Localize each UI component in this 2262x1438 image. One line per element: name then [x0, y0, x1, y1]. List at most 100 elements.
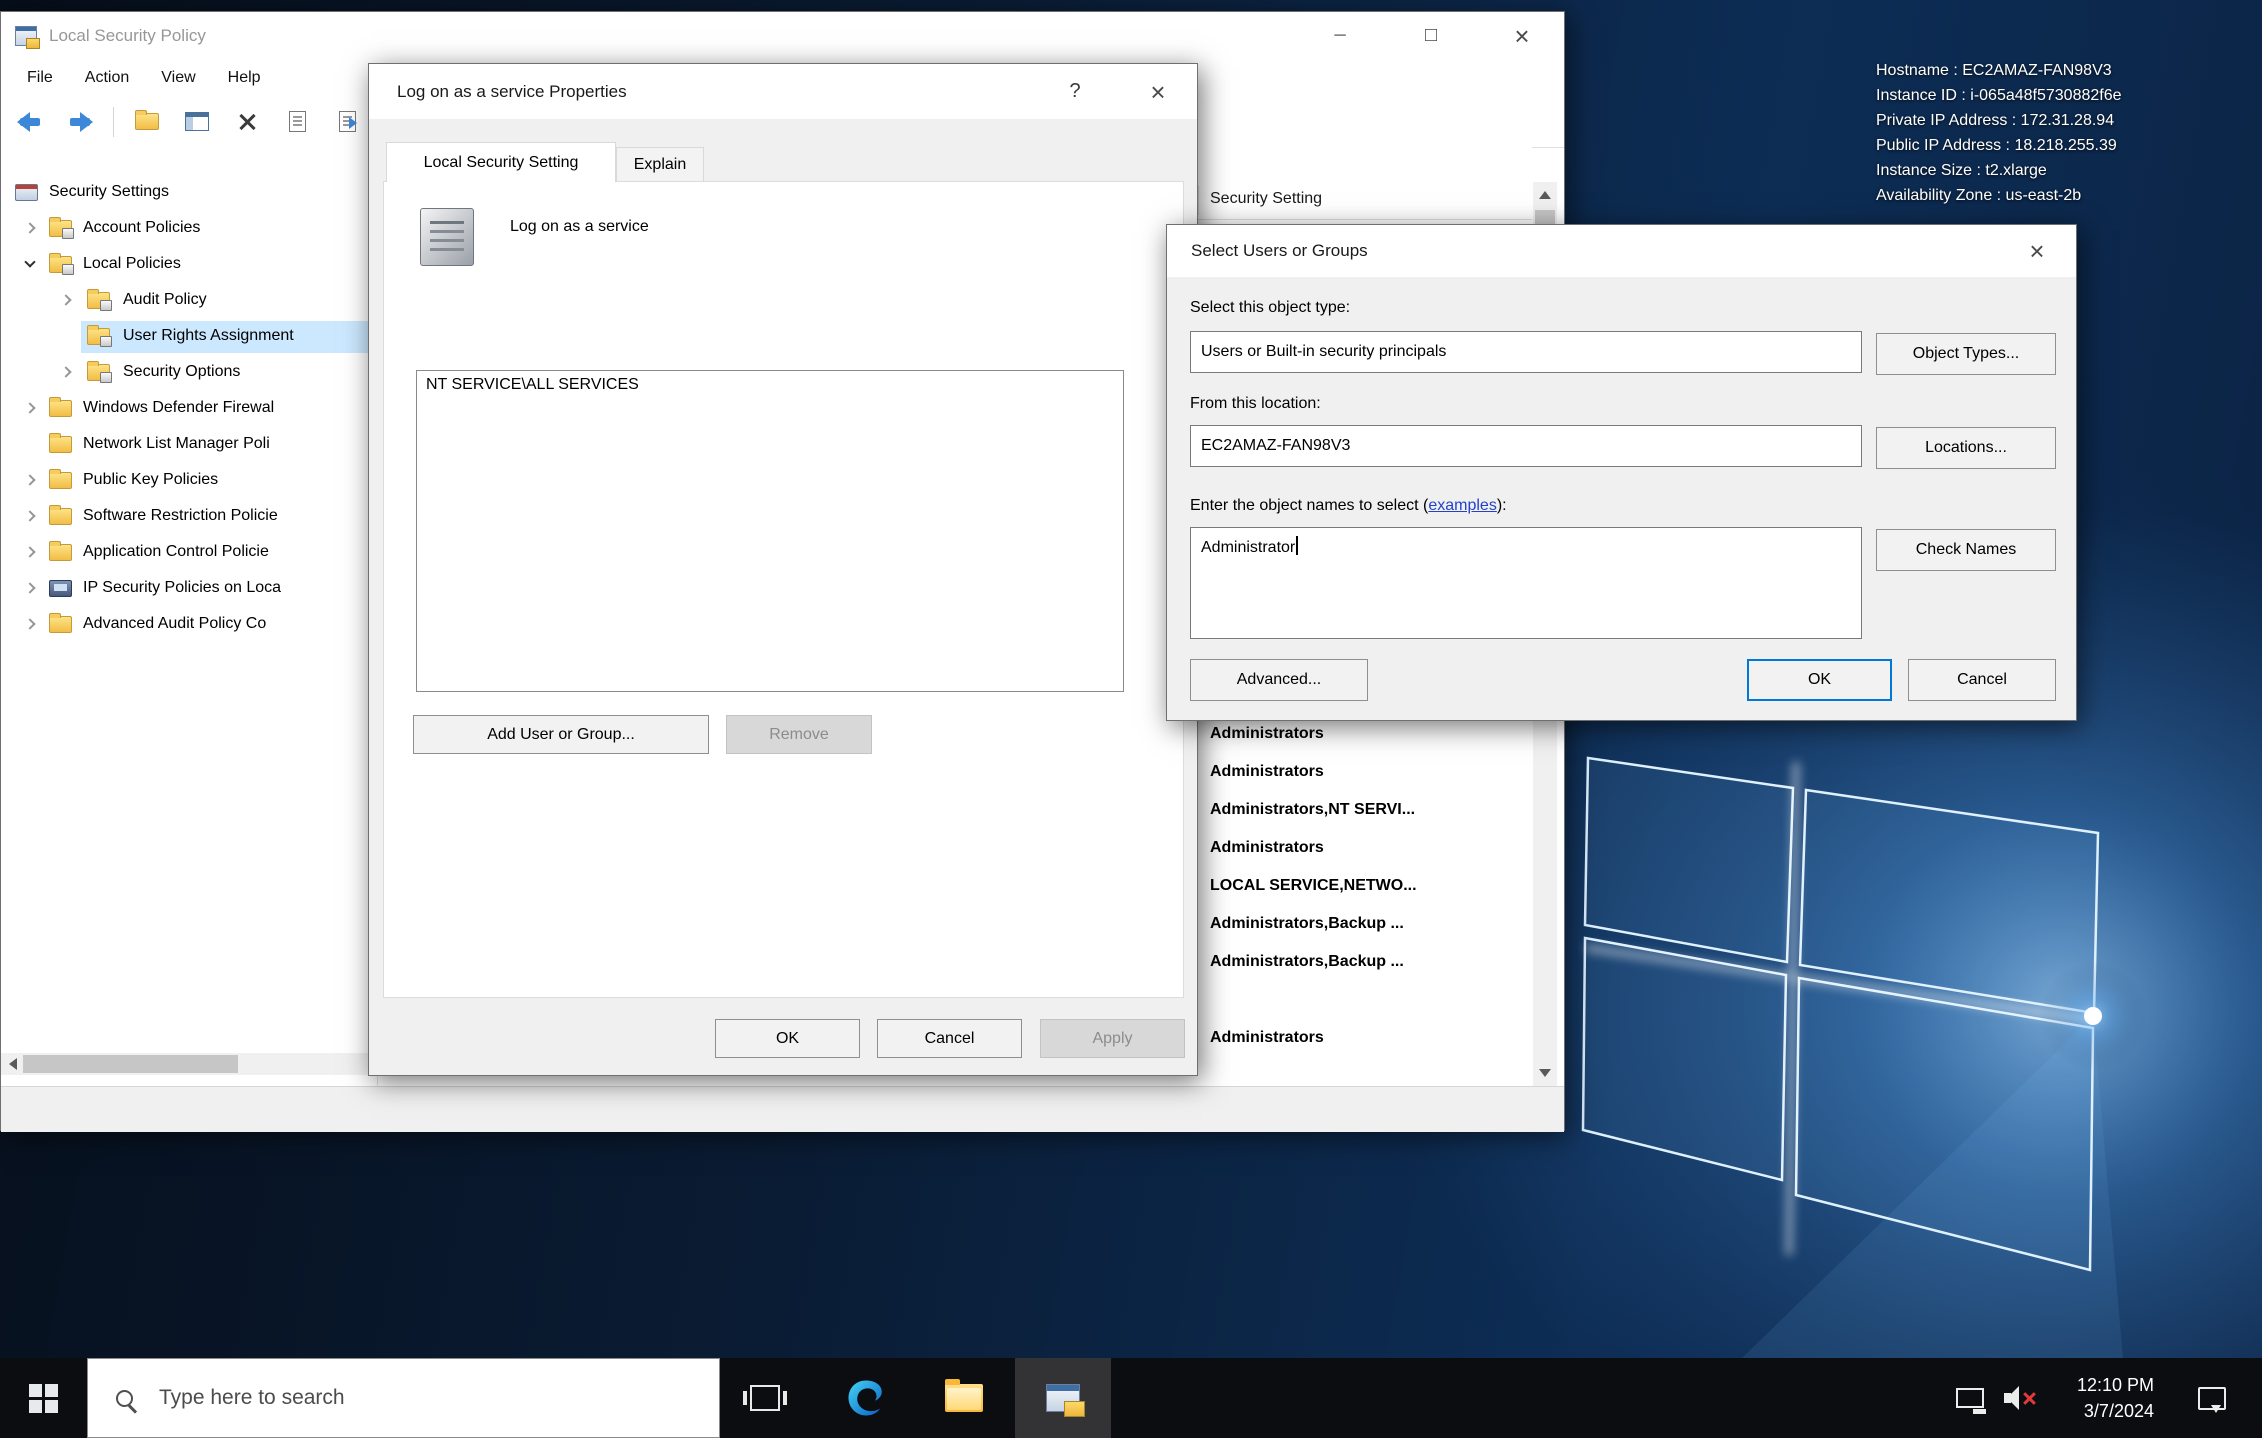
edge-icon	[845, 1377, 887, 1419]
tree-item-public-key-policies[interactable]: Public Key Policies	[1, 463, 377, 499]
show-console-tree-button[interactable]	[176, 102, 218, 142]
scroll-up-button[interactable]	[1533, 182, 1557, 206]
dialog-title: Log on as a service Properties	[397, 82, 627, 102]
tree-horizontal-scrollbar[interactable]	[1, 1053, 377, 1075]
chevron-right-icon[interactable]	[24, 618, 35, 629]
tree-item-local-policies[interactable]: Local Policies	[1, 247, 377, 283]
delete-button[interactable]	[226, 102, 268, 142]
object-types-button[interactable]: Object Types...	[1876, 333, 2056, 375]
tree-label: User Rights Assignment	[123, 327, 294, 345]
close-button[interactable]	[2002, 225, 2072, 277]
members-listbox[interactable]: NT SERVICE\ALL SERVICES	[416, 370, 1124, 692]
tree-item-user-rights-assignment[interactable]: User Rights Assignment	[1, 319, 377, 355]
task-view-button[interactable]	[717, 1358, 813, 1438]
folder-icon	[49, 508, 72, 525]
close-button[interactable]	[1123, 64, 1193, 119]
mmc-app-icon	[15, 26, 37, 46]
file-explorer-button[interactable]	[916, 1358, 1012, 1438]
scroll-left-button[interactable]	[1, 1053, 23, 1075]
tree-item-application-control-policies[interactable]: Application Control Policie	[1, 535, 377, 571]
edge-button[interactable]	[818, 1358, 914, 1438]
member-item[interactable]: NT SERVICE\ALL SERVICES	[426, 376, 1114, 394]
chevron-right-icon[interactable]	[60, 294, 71, 305]
file-explorer-icon	[945, 1384, 983, 1412]
tree-item-security-settings[interactable]: Security Settings	[1, 175, 377, 211]
list-row[interactable]: LOCAL SERVICE,NETWO...	[1210, 877, 1540, 911]
back-button[interactable]	[9, 102, 51, 142]
from-location-field[interactable]: EC2AMAZ-FAN98V3	[1190, 425, 1862, 467]
locations-button[interactable]: Locations...	[1876, 427, 2056, 469]
up-level-button[interactable]	[126, 102, 168, 142]
forward-arrow-icon	[70, 118, 90, 126]
scrollbar-thumb[interactable]	[23, 1055, 238, 1073]
list-row[interactable]: Administrators	[1210, 763, 1540, 797]
check-names-button[interactable]: Check Names	[1876, 529, 2056, 571]
menu-help[interactable]: Help	[212, 69, 277, 87]
tree-item-software-restriction-policies[interactable]: Software Restriction Policie	[1, 499, 377, 535]
mmc-taskbar-button[interactable]	[1015, 1358, 1111, 1438]
cancel-button[interactable]: Cancel	[1908, 659, 2056, 701]
tree-item-audit-policy[interactable]: Audit Policy	[1, 283, 377, 319]
add-user-or-group-button[interactable]: Add User or Group...	[413, 715, 709, 754]
remove-button: Remove	[726, 715, 872, 754]
forward-button[interactable]	[59, 102, 101, 142]
chevron-right-icon[interactable]	[24, 402, 35, 413]
list-row[interactable]: Administrators,Backup ...	[1210, 953, 1540, 987]
tree-item-ip-security-policies[interactable]: IP Security Policies on Loca	[1, 571, 377, 607]
tree-item-advanced-audit-policy[interactable]: Advanced Audit Policy Co	[1, 607, 377, 643]
tree-item-security-options[interactable]: Security Options	[1, 355, 377, 391]
tab-explain[interactable]: Explain	[616, 147, 704, 182]
chevron-right-icon[interactable]	[24, 222, 35, 233]
advanced-button[interactable]: Advanced...	[1190, 659, 1368, 701]
menu-file[interactable]: File	[11, 69, 69, 87]
column-separator	[1198, 186, 1199, 215]
help-button[interactable]	[1045, 64, 1105, 119]
ok-button[interactable]: OK	[1747, 659, 1892, 701]
taskbar-clock[interactable]: 12:10 PM 3/7/2024	[2040, 1358, 2158, 1438]
volume-tray-button[interactable]	[1996, 1358, 2044, 1438]
list-row[interactable]: Administrators,NT SERVI...	[1210, 801, 1540, 835]
chevron-right-icon[interactable]	[60, 366, 71, 377]
policy-name: Log on as a service	[510, 218, 649, 236]
minimize-button[interactable]	[1307, 12, 1373, 59]
chevron-down-icon[interactable]	[24, 256, 35, 267]
apply-button: Apply	[1040, 1019, 1185, 1058]
list-row[interactable]: Administrators	[1210, 1029, 1540, 1063]
cancel-button[interactable]: Cancel	[877, 1019, 1022, 1058]
maximize-button[interactable]	[1398, 12, 1464, 59]
chevron-right-icon[interactable]	[24, 510, 35, 521]
list-row[interactable]: Administrators,Backup ...	[1210, 915, 1540, 949]
start-button[interactable]	[0, 1358, 87, 1438]
action-center-button[interactable]	[2186, 1358, 2238, 1438]
tree-item-network-list-manager[interactable]: Network List Manager Poli	[1, 427, 377, 463]
chevron-right-icon[interactable]	[24, 582, 35, 593]
export-list-button[interactable]	[326, 102, 368, 142]
object-names-value: Administrator	[1201, 539, 1295, 556]
chevron-right-icon[interactable]	[24, 546, 35, 557]
tree-label: Windows Defender Firewal	[83, 399, 274, 417]
list-row[interactable]: Administrators	[1210, 725, 1540, 759]
info-instance-id: Instance ID : i-065a48f5730882f6e	[1876, 83, 2122, 108]
tree-label: Account Policies	[83, 219, 200, 237]
menu-view[interactable]: View	[145, 69, 211, 87]
windows-logo-icon	[29, 1384, 58, 1413]
tree-item-windows-defender-firewall[interactable]: Windows Defender Firewal	[1, 391, 377, 427]
ok-button[interactable]: OK	[715, 1019, 860, 1058]
properties-button[interactable]	[276, 102, 318, 142]
tree-label: IP Security Policies on Loca	[83, 579, 281, 597]
chevron-right-icon[interactable]	[24, 474, 35, 485]
object-names-textarea[interactable]: Administrator	[1190, 527, 1862, 639]
list-row[interactable]: Administrators	[1210, 839, 1540, 873]
up-arrow-icon	[1539, 185, 1551, 199]
tree-item-account-policies[interactable]: Account Policies	[1, 211, 377, 247]
object-type-field[interactable]: Users or Built-in security principals	[1190, 331, 1862, 373]
scroll-down-button[interactable]	[1533, 1062, 1557, 1086]
folder-icon	[49, 616, 72, 633]
column-header-security-setting: Security Setting	[1210, 190, 1322, 208]
menu-action[interactable]: Action	[69, 69, 145, 87]
examples-link[interactable]: examples	[1428, 497, 1496, 514]
taskbar-search[interactable]: Type here to search	[87, 1358, 720, 1438]
close-button[interactable]	[1489, 12, 1555, 59]
network-tray-button[interactable]	[1946, 1358, 1994, 1438]
tab-local-security-setting[interactable]: Local Security Setting	[386, 142, 616, 182]
